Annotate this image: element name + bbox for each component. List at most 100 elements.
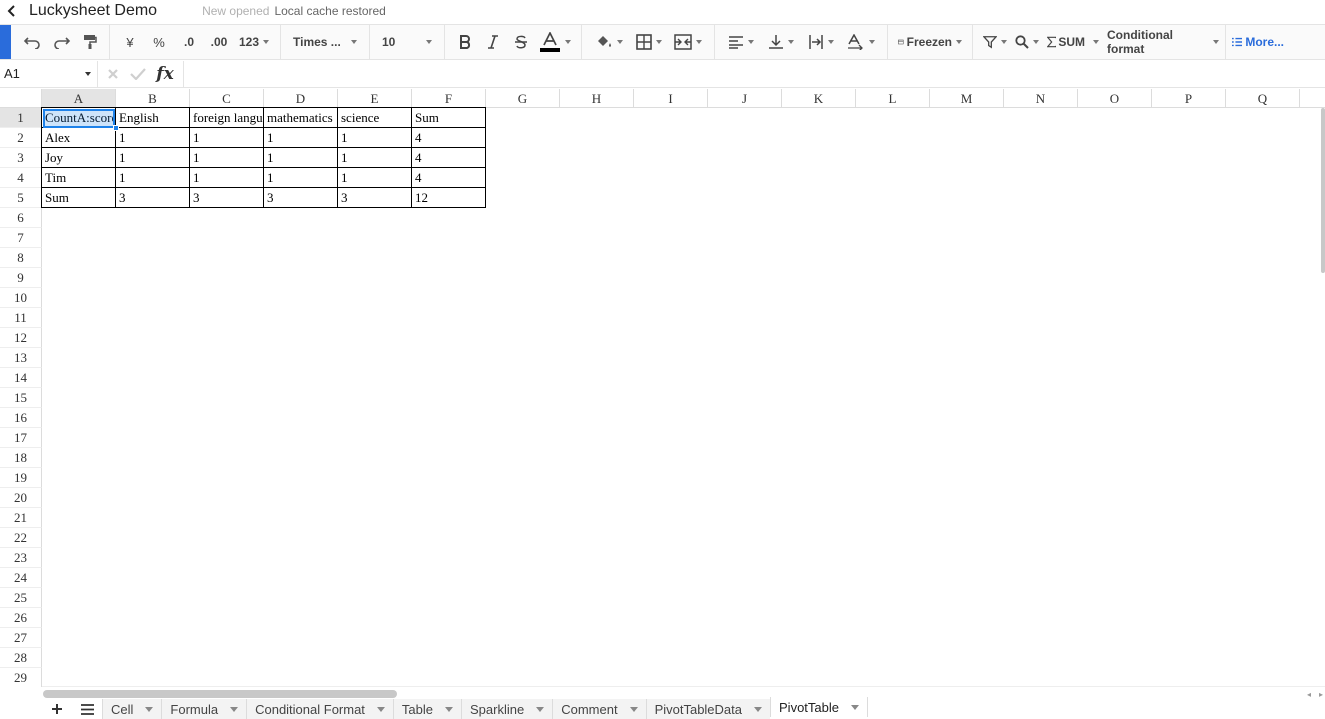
sheet-tab-cell[interactable]: Cell (102, 699, 162, 719)
horizontal-scrollbar[interactable]: ◂ ▸ (42, 686, 1325, 699)
number-format-dropdown[interactable]: 123 (234, 28, 274, 56)
column-header-d[interactable]: D (264, 89, 338, 108)
row-header-28[interactable]: 28 (0, 648, 42, 668)
sum-dropdown[interactable]: SUM (1043, 28, 1103, 56)
cell-c3[interactable]: 1 (189, 147, 264, 168)
vertical-align-dropdown[interactable] (761, 28, 801, 56)
scroll-left-icon[interactable]: ◂ (1307, 690, 1311, 699)
column-header-h[interactable]: H (560, 89, 634, 108)
row-header-22[interactable]: 22 (0, 528, 42, 548)
row-header-13[interactable]: 13 (0, 348, 42, 368)
chevron-down-icon[interactable] (536, 706, 545, 712)
redo-button[interactable] (47, 28, 77, 56)
chevron-down-icon[interactable] (851, 704, 859, 710)
chevron-down-icon[interactable] (85, 71, 91, 76)
column-header-k[interactable]: K (782, 89, 856, 108)
sheet-tab-active[interactable]: PivotTable (770, 697, 868, 717)
cell-d1[interactable]: mathematics (263, 107, 338, 128)
vertical-scrollbar[interactable] (1321, 108, 1325, 686)
borders-dropdown[interactable] (630, 28, 668, 56)
cell-area[interactable]: CountA:scoreEnglishforeign languagemathe… (41, 107, 1325, 687)
add-sheet-button[interactable] (42, 699, 72, 719)
row-header-27[interactable]: 27 (0, 628, 42, 648)
format-painter-button[interactable] (77, 28, 103, 56)
horizontal-align-dropdown[interactable] (721, 28, 761, 56)
row-header-4[interactable]: 4 (0, 168, 42, 188)
column-header-e[interactable]: E (338, 89, 412, 108)
sheet-tab-pivottabledata[interactable]: PivotTableData (645, 699, 771, 719)
row-header-20[interactable]: 20 (0, 488, 42, 508)
chevron-down-icon[interactable] (445, 706, 453, 712)
text-wrap-dropdown[interactable] (801, 28, 841, 56)
row-header-7[interactable]: 7 (0, 228, 42, 248)
italic-button[interactable] (479, 28, 507, 56)
column-header-l[interactable]: L (856, 89, 930, 108)
chevron-down-icon[interactable] (629, 706, 638, 712)
chevron-down-icon[interactable] (376, 706, 385, 712)
column-header-c[interactable]: C (190, 89, 264, 108)
cell-d5[interactable]: 3 (263, 187, 338, 208)
row-header-15[interactable]: 15 (0, 388, 42, 408)
strikethrough-button[interactable] (507, 28, 535, 56)
back-icon[interactable] (3, 2, 21, 20)
cell-a2[interactable]: Alex (41, 127, 116, 148)
cell-b3[interactable]: 1 (115, 147, 190, 168)
row-header-26[interactable]: 26 (0, 608, 42, 628)
cell-f1[interactable]: Sum (411, 107, 486, 128)
cell-a3[interactable]: Joy (41, 147, 116, 168)
row-header-11[interactable]: 11 (0, 308, 42, 328)
row-header-2[interactable]: 2 (0, 128, 42, 148)
cell-f5[interactable]: 12 (411, 187, 486, 208)
row-header-17[interactable]: 17 (0, 428, 42, 448)
freeze-dropdown[interactable]: Freezen (894, 28, 966, 56)
column-header-n[interactable]: N (1004, 89, 1078, 108)
vertical-scrollbar-thumb[interactable] (1321, 108, 1325, 273)
column-header-a[interactable]: A (42, 89, 116, 108)
row-header-21[interactable]: 21 (0, 508, 42, 528)
merge-cells-dropdown[interactable] (668, 28, 708, 56)
column-header-p[interactable]: P (1152, 89, 1226, 108)
sheet-tab-formula[interactable]: Formula (161, 699, 247, 719)
horizontal-scrollbar-thumb[interactable] (43, 690, 397, 698)
cell-a5[interactable]: Sum (41, 187, 116, 208)
cell-f2[interactable]: 4 (411, 127, 486, 148)
name-box[interactable]: A1 (0, 60, 98, 87)
sheet-tab-comment[interactable]: Comment (552, 699, 646, 719)
row-header-16[interactable]: 16 (0, 408, 42, 428)
cell-e4[interactable]: 1 (337, 167, 412, 188)
percent-format-button[interactable]: % (144, 28, 174, 56)
find-replace-dropdown[interactable] (1011, 28, 1043, 56)
row-header-29[interactable]: 29 (0, 668, 42, 687)
cell-e3[interactable]: 1 (337, 147, 412, 168)
bold-button[interactable] (451, 28, 479, 56)
filter-dropdown[interactable] (979, 28, 1011, 56)
cancel-icon[interactable] (107, 68, 119, 80)
sheet-tab-conditional-format[interactable]: Conditional Format (246, 699, 393, 719)
row-header-14[interactable]: 14 (0, 368, 42, 388)
sheet-list-button[interactable] (72, 699, 102, 719)
cell-c5[interactable]: 3 (189, 187, 264, 208)
row-header-8[interactable]: 8 (0, 248, 42, 268)
cell-d4[interactable]: 1 (263, 167, 338, 188)
chevron-down-icon[interactable] (754, 706, 763, 712)
row-header-24[interactable]: 24 (0, 568, 42, 588)
font-family-dropdown[interactable]: Times ... (287, 28, 363, 56)
cell-b1[interactable]: English (115, 107, 190, 128)
spreadsheet-grid[interactable]: ABCDEFGHIJKLMNOPQ 1 2 3 4 5 6 7 8 9 10 11 12 13 14 15 1… (0, 89, 1325, 687)
row-header-23[interactable]: 23 (0, 548, 42, 568)
cell-e1[interactable]: science (337, 107, 412, 128)
row-header-3[interactable]: 3 (0, 148, 42, 168)
formula-input[interactable] (184, 61, 1325, 87)
chevron-down-icon[interactable] (145, 706, 154, 712)
text-rotate-dropdown[interactable] (841, 28, 881, 56)
cell-b5[interactable]: 3 (115, 187, 190, 208)
cell-f3[interactable]: 4 (411, 147, 486, 168)
cell-e5[interactable]: 3 (337, 187, 412, 208)
column-header-b[interactable]: B (116, 89, 190, 108)
conditional-format-dropdown[interactable]: Conditional format (1103, 28, 1223, 56)
cell-a4[interactable]: Tim (41, 167, 116, 188)
chevron-down-icon[interactable] (230, 706, 239, 712)
scroll-right-icon[interactable]: ▸ (1319, 690, 1323, 699)
row-header-25[interactable]: 25 (0, 588, 42, 608)
cell-b2[interactable]: 1 (115, 127, 190, 148)
